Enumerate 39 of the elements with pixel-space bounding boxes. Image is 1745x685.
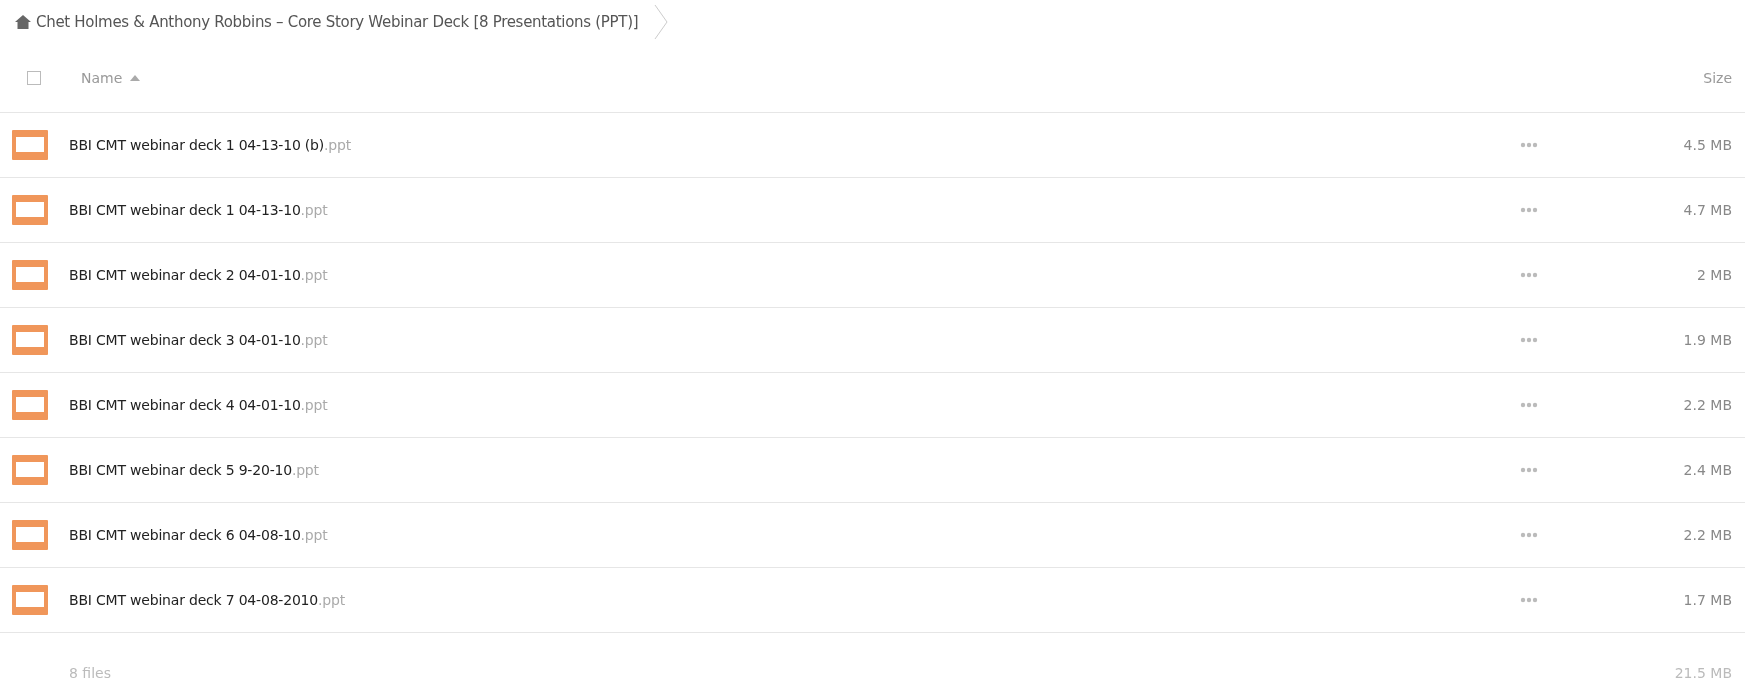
sort-ascending-icon (130, 75, 141, 81)
presentation-file-icon (12, 585, 48, 615)
file-name[interactable]: BBI CMT webinar deck 2 04-01-10.ppt (69, 267, 328, 283)
presentation-file-icon (12, 390, 48, 420)
select-all-checkbox[interactable] (27, 71, 41, 85)
presentation-file-icon (12, 195, 48, 225)
breadcrumb-title[interactable]: Chet Holmes & Anthony Robbins – Core Story Webinar Deck [8 Presentations (PPT)] (36, 13, 639, 31)
file-size: 2 MB (1695, 267, 1732, 283)
file-size: 4.7 MB (1682, 202, 1732, 218)
file-name[interactable]: BBI CMT webinar deck 1 04-13-10 (b).ppt (69, 137, 351, 153)
presentation-file-icon (12, 325, 48, 355)
chevron-icon (654, 4, 669, 40)
home-icon[interactable] (14, 14, 32, 30)
file-size: 4.5 MB (1682, 137, 1732, 153)
file-size: 2.2 MB (1682, 527, 1732, 543)
file-count: 8 files (69, 665, 111, 681)
more-options-icon[interactable] (1520, 597, 1538, 603)
file-name[interactable]: BBI CMT webinar deck 5 9-20-10.ppt (69, 462, 319, 478)
file-name[interactable]: BBI CMT webinar deck 3 04-01-10.ppt (69, 332, 328, 348)
file-name[interactable]: BBI CMT webinar deck 6 04-08-10.ppt (69, 527, 328, 543)
more-options-icon[interactable] (1520, 207, 1538, 213)
more-options-icon[interactable] (1520, 532, 1538, 538)
file-size: 1.9 MB (1682, 332, 1732, 348)
file-name[interactable]: BBI CMT webinar deck 7 04-08-2010.ppt (69, 592, 345, 608)
file-name[interactable]: BBI CMT webinar deck 4 04-01-10.ppt (69, 397, 328, 413)
file-size: 2.4 MB (1682, 462, 1732, 478)
presentation-file-icon (12, 130, 48, 160)
more-options-icon[interactable] (1520, 272, 1538, 278)
more-options-icon[interactable] (1520, 142, 1538, 148)
more-options-icon[interactable] (1520, 337, 1538, 343)
file-size: 2.2 MB (1682, 397, 1732, 413)
presentation-file-icon (12, 455, 48, 485)
more-options-icon[interactable] (1520, 467, 1538, 473)
more-options-icon[interactable] (1520, 402, 1538, 408)
presentation-file-icon (12, 260, 48, 290)
file-size: 1.7 MB (1682, 592, 1732, 608)
total-size: 21.5 MB (1674, 665, 1732, 681)
file-name[interactable]: BBI CMT webinar deck 1 04-13-10.ppt (69, 202, 328, 218)
presentation-file-icon (12, 520, 48, 550)
